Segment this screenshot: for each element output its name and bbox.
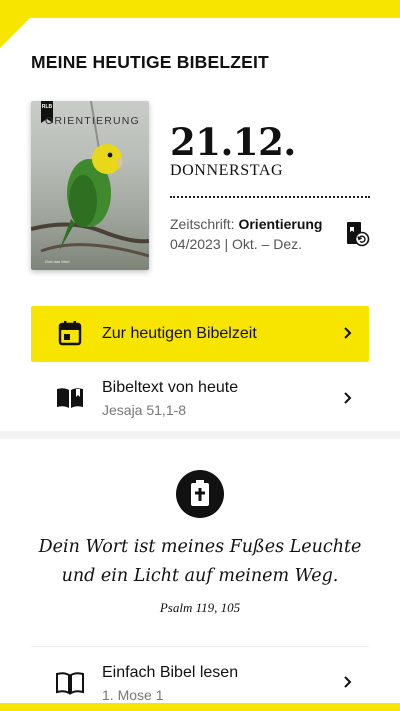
page-title: MEINE HEUTIGE BIBELZEIT — [31, 52, 269, 72]
chevron-right-icon — [343, 391, 353, 410]
dotted-divider — [170, 196, 370, 198]
magazine-line: Zeitschrift: Orientierung — [170, 216, 322, 232]
magazine-sync-icon[interactable] — [346, 221, 370, 252]
thin-divider — [31, 646, 369, 647]
section-divider — [0, 431, 400, 439]
open-book-icon — [55, 384, 85, 415]
today-date: 21.12. — [170, 120, 296, 164]
verse-line-1: Dein Wort ist meines Fußes Leuchte — [38, 537, 362, 557]
cover-title: ORIENTIERUNG — [45, 115, 140, 127]
today-weekday: DONNERSTAG — [170, 162, 284, 179]
bibletext-reference: Jesaja 51,1-8 — [102, 402, 187, 418]
read-bible-label: Einfach Bibel lesen — [102, 664, 239, 681]
read-bible-row[interactable]: Einfach Bibel lesen 1. Mose 1 — [31, 652, 369, 703]
magazine-issue: 04/2023 | Okt. – Dez. — [170, 236, 303, 252]
read-bible-reference: 1. Mose 1 — [102, 687, 164, 703]
bibletext-today-row[interactable]: Bibeltext von heute Jesaja 51,1-8 — [31, 370, 369, 426]
calendar-icon — [58, 320, 82, 351]
magazine-prefix: Zeitschrift: — [170, 216, 239, 232]
cover-subtitle: Gott das Wort — [45, 259, 70, 264]
daily-verse: Dein Wort ist meines Fußes Leuchte und e… — [20, 533, 380, 591]
magazine-cover[interactable]: RLB ORIENTIERUNG Gott das Wort — [31, 101, 149, 270]
todays-bibletime-label: Zur heutigen Bibelzeit — [102, 325, 257, 342]
top-accent-bar — [0, 0, 400, 18]
chevron-right-icon — [343, 326, 353, 345]
top-accent-corner — [0, 18, 30, 48]
verse-reference: Psalm 119, 105 — [159, 600, 241, 615]
todays-bibletime-button[interactable]: Zur heutigen Bibelzeit — [31, 306, 369, 362]
book-icon — [55, 671, 85, 700]
magazine-name: Orientierung — [238, 216, 323, 232]
bibletext-label: Bibeltext von heute — [102, 379, 239, 396]
verse-line-2: und ein Licht auf meinem Weg. — [61, 566, 339, 586]
bottom-accent-bar — [0, 703, 400, 711]
bible-icon — [176, 470, 224, 518]
chevron-right-icon — [343, 675, 353, 694]
